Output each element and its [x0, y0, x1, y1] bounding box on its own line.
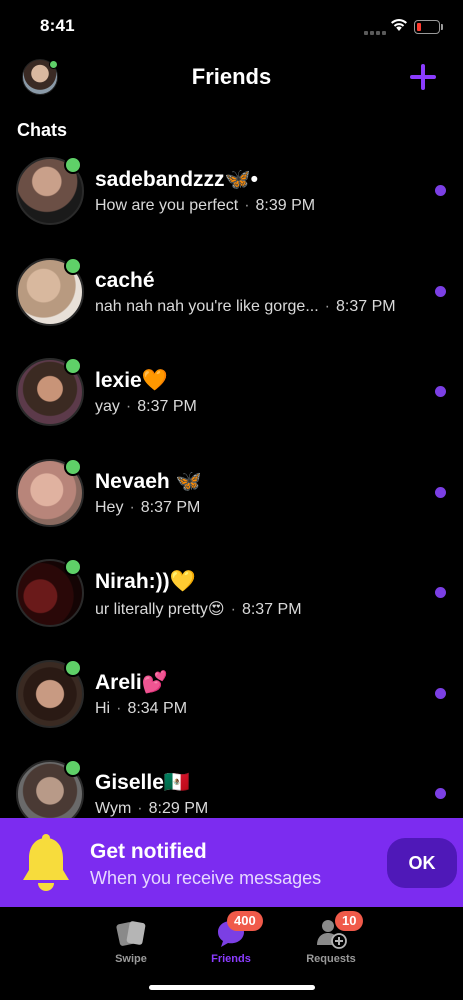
unread-dot — [435, 185, 446, 196]
ok-button[interactable]: OK — [387, 838, 457, 888]
requests-badge: 10 — [335, 911, 364, 931]
cards-icon — [116, 921, 146, 946]
online-status-dot — [64, 558, 82, 576]
chat-preview: Wym · 8:29 PM — [95, 800, 208, 818]
separator-dot: · — [324, 297, 330, 315]
chat-list: sadebandzzz🦋• How are you perfect · 8:39 P… — [0, 150, 463, 818]
online-status-dot — [64, 759, 82, 777]
tab-label-swipe: Swipe — [115, 953, 147, 965]
chat-preview: Hi · 8:34 PM — [95, 700, 187, 718]
notify-banner: Get notified When you receive messages O… — [0, 818, 463, 907]
tab-swipe[interactable]: Swipe — [91, 915, 171, 971]
chat-row[interactable]: Nirah:))💛 ur literally pretty😍 · 8:37 PM — [0, 552, 463, 653]
unread-dot — [435, 486, 446, 498]
separator-dot: · — [125, 398, 132, 415]
chat-message: Hi — [95, 699, 111, 717]
separator-dot: · — [244, 197, 250, 214]
chat-name: Areli💕 — [95, 670, 168, 694]
chat-message: nah nah nah you're like gorge... — [95, 297, 319, 315]
unread-dot — [435, 285, 446, 297]
separator-dot: · — [137, 800, 143, 817]
tab-requests[interactable]: 10 Requests — [291, 911, 371, 971]
unread-dot — [435, 788, 446, 799]
chat-message: yay — [95, 398, 120, 415]
chat-time: 8:29 PM — [148, 800, 209, 817]
chat-time: 8:39 PM — [255, 197, 316, 214]
chat-name: lexie🧡 — [95, 369, 168, 392]
chat-row[interactable]: caché nah nah nah you're like gorge... · 8… — [0, 251, 463, 352]
online-status-dot — [64, 357, 82, 375]
friends-badge: 400 — [227, 911, 263, 931]
chat-row[interactable]: Areli💕 Hi · 8:34 PM — [0, 653, 463, 754]
header: Friends — [0, 56, 463, 100]
cellular-signal-icon — [364, 30, 386, 36]
bell-icon — [23, 834, 69, 891]
chat-preview: nah nah nah you're like gorge... · 8:37 PM — [95, 298, 396, 316]
plus-icon[interactable] — [408, 62, 438, 92]
chat-row[interactable]: Giselle🇲🇽 Wym · 8:29 PM — [0, 753, 463, 818]
tab-label-friends: Friends — [211, 953, 251, 965]
unread-dot — [435, 587, 446, 598]
chat-time: 8:34 PM — [127, 699, 188, 717]
chat-preview: ur literally pretty😍 · 8:37 PM — [95, 599, 302, 619]
chat-preview: Hey · 8:37 PM — [95, 499, 200, 517]
chat-preview: yay · 8:37 PM — [95, 398, 197, 416]
home-indicator — [149, 985, 315, 990]
chat-message: How are you perfect — [95, 197, 239, 214]
online-status-dot — [64, 457, 82, 476]
online-status-dot — [64, 658, 82, 677]
unread-dot — [435, 386, 446, 397]
status-bar: 8:41 — [0, 0, 463, 54]
chat-name: Nirah:))💛 — [95, 570, 196, 593]
status-time: 8:41 — [40, 16, 75, 35]
chat-name: Giselle🇲🇽 — [95, 771, 191, 794]
chat-preview: How are you perfect · 8:39 PM — [95, 197, 315, 215]
chat-name: sadebandzzz🦋• — [95, 168, 259, 191]
unread-dot — [435, 687, 446, 699]
chat-time: 8:37 PM — [335, 297, 396, 315]
separator-dot: · — [129, 498, 135, 516]
notify-title: Get notified — [90, 840, 207, 863]
page-title: Friends — [191, 64, 272, 89]
chat-message: Hey — [95, 498, 124, 516]
chat-message: ur literally pretty😍 — [95, 601, 225, 618]
chat-row[interactable]: sadebandzzz🦋• How are you perfect · 8:39 P… — [0, 150, 463, 251]
tab-label-requests: Requests — [306, 953, 356, 965]
chat-time: 8:37 PM — [241, 601, 302, 618]
chat-row[interactable]: lexie🧡 yay · 8:37 PM — [0, 351, 463, 452]
chat-time: 8:37 PM — [140, 498, 201, 516]
chat-name: Nevaeh 🦋 — [95, 469, 202, 493]
chat-message: Wym — [95, 800, 132, 817]
notify-subtitle: When you receive messages — [90, 868, 322, 888]
wifi-icon — [391, 19, 407, 31]
battery-icon — [414, 20, 444, 34]
online-status-dot — [64, 156, 82, 174]
separator-dot: · — [116, 699, 122, 717]
online-status-dot — [64, 256, 82, 275]
chat-time: 8:37 PM — [137, 398, 197, 415]
separator-dot: · — [230, 601, 236, 618]
section-label-chats: Chats — [17, 120, 68, 140]
tab-friends[interactable]: 400 Friends — [191, 911, 271, 971]
chat-row[interactable]: Nevaeh 🦋 Hey · 8:37 PM — [0, 452, 463, 553]
chat-name: caché — [95, 268, 155, 292]
